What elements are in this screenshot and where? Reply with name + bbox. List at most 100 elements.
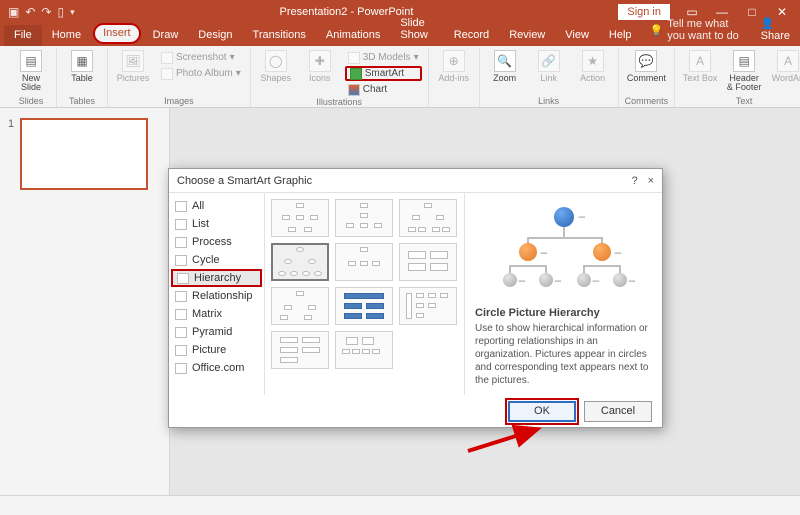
group-slides-label: Slides	[19, 96, 44, 106]
category-pyramid[interactable]: Pyramid	[169, 323, 264, 341]
category-relationship[interactable]: Relationship	[169, 287, 264, 305]
dialog-title: Choose a SmartArt Graphic	[177, 175, 312, 187]
tell-me-label: Tell me what you want to do	[667, 18, 742, 42]
category-picture[interactable]: Picture	[169, 341, 264, 359]
slide-number: 1	[8, 118, 14, 190]
category-cycle[interactable]: Cycle	[169, 251, 264, 269]
category-office-com[interactable]: Office.com	[169, 359, 264, 377]
comment-button[interactable]: 💬Comment	[627, 50, 665, 83]
link-button[interactable]: 🔗Link	[530, 50, 568, 83]
ribbon: ▤New Slide Slides ▦Table Tables 🖼Picture…	[0, 46, 800, 108]
category-cycle-label: Cycle	[192, 254, 220, 266]
share-label: Share	[761, 30, 790, 42]
layout-tile[interactable]	[335, 287, 393, 325]
layout-tile[interactable]	[399, 243, 457, 281]
action-button[interactable]: ★Action	[574, 50, 612, 83]
chart-button[interactable]: Chart	[345, 82, 422, 97]
textbox-icon: A	[689, 50, 711, 72]
shapes-icon: ◯	[265, 50, 287, 72]
category-matrix-label: Matrix	[192, 308, 222, 320]
3d-models-button[interactable]: 3D Models ▾	[345, 50, 422, 65]
layout-tile[interactable]	[271, 287, 329, 325]
zoom-button[interactable]: 🔍Zoom	[486, 50, 524, 83]
icons-button[interactable]: ✚Icons	[301, 50, 339, 83]
screenshot-icon	[161, 52, 173, 64]
category-process[interactable]: Process	[169, 233, 264, 251]
slide-thumbnail-1[interactable]	[20, 118, 148, 190]
group-comments: 💬Comment Comments	[619, 48, 676, 107]
group-illustrations: ◯Shapes ✚Icons 3D Models ▾ SmartArt Char…	[251, 48, 429, 107]
tell-me-search[interactable]: 💡Tell me what you want to do	[642, 14, 751, 46]
layout-tile[interactable]	[399, 199, 457, 237]
undo-icon[interactable]: ↶	[25, 5, 35, 19]
layout-tile[interactable]	[271, 199, 329, 237]
category-list-label: List	[192, 218, 209, 230]
table-label: Table	[71, 74, 93, 83]
layout-tile[interactable]	[335, 331, 393, 369]
3d-models-label: 3D Models	[363, 52, 411, 63]
3d-models-icon	[348, 52, 360, 64]
zoom-label: Zoom	[493, 74, 516, 83]
table-button[interactable]: ▦Table	[63, 50, 101, 83]
screenshot-button[interactable]: Screenshot ▾	[158, 50, 244, 65]
group-tables-label: Tables	[69, 96, 95, 106]
ok-button[interactable]: OK	[508, 401, 576, 422]
wordart-button[interactable]: AWordArt	[769, 50, 800, 83]
tab-transitions[interactable]: Transitions	[243, 25, 316, 46]
start-slideshow-icon[interactable]: ▯	[57, 5, 64, 19]
tab-help[interactable]: Help	[599, 25, 642, 46]
tab-record[interactable]: Record	[444, 25, 499, 46]
header-footer-button[interactable]: ▤ Header & Footer	[725, 50, 763, 93]
tab-insert[interactable]: Insert	[93, 23, 141, 44]
comment-icon: 💬	[635, 50, 657, 72]
tab-design[interactable]: Design	[188, 25, 242, 46]
shapes-button[interactable]: ◯Shapes	[257, 50, 295, 83]
tab-draw[interactable]: Draw	[143, 25, 189, 46]
share-icon: 👤	[761, 18, 775, 30]
tab-review[interactable]: Review	[499, 25, 555, 46]
category-process-label: Process	[192, 236, 232, 248]
wordart-label: WordArt	[772, 74, 800, 83]
category-all[interactable]: All	[169, 197, 264, 215]
preview-title: Circle Picture Hierarchy	[475, 307, 652, 319]
header-footer-icon: ▤	[733, 50, 755, 72]
pictures-button[interactable]: 🖼Pictures	[114, 50, 152, 83]
redo-icon[interactable]: ↷	[41, 5, 51, 19]
group-text: AText Box ▤Header & Footer AWordArt Text	[675, 48, 800, 107]
tab-file[interactable]: File	[4, 25, 42, 46]
pictures-label: Pictures	[117, 74, 150, 83]
dialog-close-button[interactable]: ×	[648, 175, 654, 187]
category-hierarchy[interactable]: Hierarchy	[171, 269, 262, 287]
layout-tile[interactable]	[271, 331, 329, 369]
layout-tile-selected[interactable]	[271, 243, 329, 281]
dialog-footer: OK Cancel	[169, 395, 662, 427]
link-label: Link	[540, 74, 557, 83]
new-slide-label: New Slide	[12, 74, 50, 93]
tab-animations[interactable]: Animations	[316, 25, 390, 46]
layout-tile[interactable]	[335, 199, 393, 237]
cancel-button[interactable]: Cancel	[584, 401, 652, 422]
new-slide-button[interactable]: ▤New Slide	[12, 50, 50, 93]
dialog-help-button[interactable]: ?	[631, 175, 637, 187]
qat-more-icon[interactable]: ▾	[70, 7, 75, 18]
group-links-label: Links	[538, 96, 559, 106]
category-relationship-label: Relationship	[192, 290, 253, 302]
save-icon[interactable]: ▣	[8, 5, 19, 19]
tab-slideshow[interactable]: Slide Show	[390, 13, 443, 46]
smartart-button[interactable]: SmartArt	[345, 66, 422, 81]
tab-view[interactable]: View	[555, 25, 599, 46]
layout-tile[interactable]	[335, 243, 393, 281]
tab-home[interactable]: Home	[42, 25, 91, 46]
photo-album-button[interactable]: Photo Album ▾	[158, 66, 244, 81]
share-button[interactable]: 👤Share	[751, 13, 800, 46]
textbox-button[interactable]: AText Box	[681, 50, 719, 83]
group-comments-label: Comments	[625, 96, 669, 106]
layout-tile[interactable]	[399, 287, 457, 325]
category-matrix[interactable]: Matrix	[169, 305, 264, 323]
header-footer-label: Header & Footer	[725, 74, 763, 93]
photo-album-label: Photo Album	[176, 68, 233, 79]
addins-button[interactable]: ⊕Add-ins	[435, 50, 473, 83]
action-icon: ★	[582, 50, 604, 72]
category-list[interactable]: List	[169, 215, 264, 233]
quick-access-toolbar: ▣ ↶ ↷ ▯ ▾	[4, 5, 75, 19]
